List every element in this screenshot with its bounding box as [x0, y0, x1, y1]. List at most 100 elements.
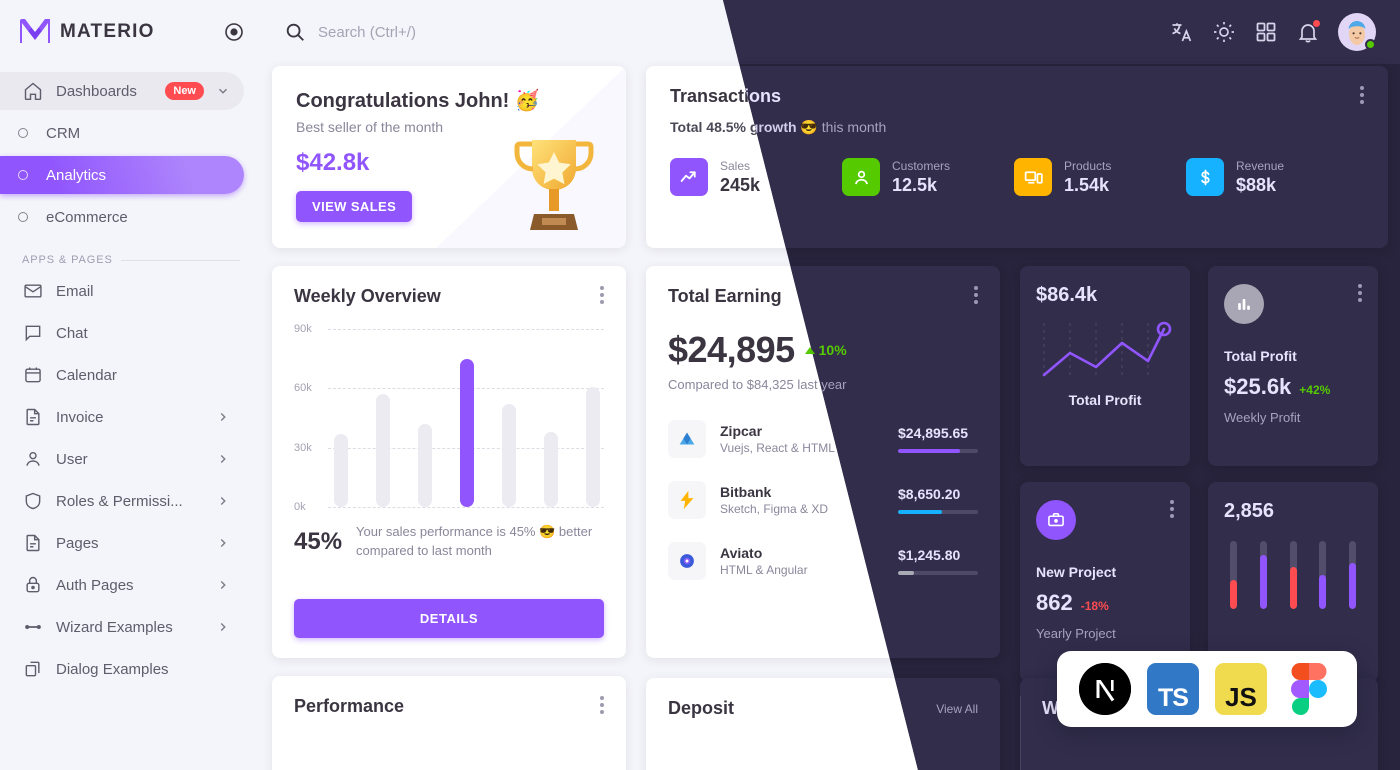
chart-bars — [334, 329, 600, 507]
visits-bar-5[interactable] — [1349, 541, 1356, 609]
briefcase-icon — [1036, 500, 1076, 540]
sidebar-item-pages[interactable]: Pages — [0, 524, 244, 562]
y-tick-60k: 60k — [294, 382, 312, 395]
bar-mo[interactable] — [334, 433, 348, 507]
sidebar-item-user[interactable]: User — [0, 440, 244, 478]
stat-value: 12.5k — [892, 174, 938, 195]
company-name: Zipcar — [720, 423, 763, 439]
aviato-logo-icon — [668, 542, 706, 580]
circle-icon — [12, 206, 34, 228]
sidebar-item-auth-pages[interactable]: Auth Pages — [0, 566, 244, 604]
home-icon — [22, 80, 44, 102]
calendar-icon — [22, 364, 44, 386]
chat-icon — [22, 322, 44, 344]
sidebar-item-crm[interactable]: CRM — [0, 114, 244, 152]
sidebar-item-label: CRM — [46, 124, 81, 142]
bar-sa[interactable] — [544, 431, 558, 507]
profit-sparkline-chart — [1042, 321, 1172, 377]
sidebar-item-label: Pages — [56, 534, 99, 552]
sidebar-item-ecommerce[interactable]: eCommerce — [0, 198, 244, 236]
sidebar-item-chat[interactable]: Chat — [0, 314, 244, 352]
sidebar-item-dashboards[interactable]: Dashboards New — [0, 72, 244, 110]
company-amount: $8,650.20 — [898, 486, 961, 502]
total-profit-line-card-dark: $86.4k Total Profit — [1020, 266, 1190, 466]
stat-label: Customers — [892, 158, 951, 173]
company-tech: Vuejs, React & HTML — [720, 441, 835, 455]
sidebar-item-analytics[interactable]: Analytics — [0, 156, 244, 194]
new-project-caption: Yearly Project — [1036, 626, 1116, 641]
bitbank-logo-icon — [668, 481, 706, 519]
javascript-logo-icon[interactable]: JS — [1215, 663, 1267, 715]
chevron-right-icon — [220, 539, 226, 547]
search-icon[interactable] — [284, 21, 306, 43]
visits-bar-1[interactable] — [1230, 541, 1237, 609]
stat-products: Products 1.54k — [1014, 158, 1186, 196]
visits-bar-4[interactable] — [1319, 541, 1327, 609]
visits-bar-2[interactable] — [1259, 541, 1267, 609]
more-options-icon[interactable] — [600, 696, 604, 714]
profit-caption: Total Profit — [1068, 392, 1142, 408]
weekly-profit-card-dark: Total Profit $25.6k +42% Weekly Profit — [1208, 266, 1378, 466]
shield-icon — [22, 490, 44, 512]
company-name: Bitbank — [720, 484, 772, 500]
chevron-down-icon — [219, 88, 227, 94]
figma-logo-icon[interactable] — [1283, 663, 1335, 715]
details-button[interactable]: DETAILS — [294, 599, 604, 638]
visits-bar-chart — [1224, 541, 1362, 609]
bar-we[interactable] — [418, 424, 432, 507]
card-divider — [1020, 696, 1021, 770]
bar-tu[interactable] — [376, 394, 390, 507]
y-tick-30k: 30k — [294, 441, 312, 454]
chevron-right-icon — [220, 497, 226, 505]
chevron-right-icon — [220, 581, 226, 589]
earning-title: Total Earning — [668, 286, 782, 306]
bar-fr[interactable] — [502, 404, 516, 507]
nextjs-logo-icon[interactable] — [1079, 663, 1131, 715]
sidebar-item-email[interactable]: Email — [0, 272, 244, 310]
bar-su[interactable] — [586, 386, 600, 507]
materio-logo-icon — [20, 19, 50, 43]
stat-label: Sales — [720, 158, 751, 173]
section-divider — [120, 259, 240, 261]
bar-th[interactable] — [460, 358, 474, 507]
translate-icon[interactable] — [1170, 20, 1194, 44]
more-options-icon[interactable] — [1170, 500, 1174, 518]
zipcar-logo-icon — [668, 420, 706, 458]
sidebar-item-calendar[interactable]: Calendar — [0, 356, 244, 394]
sidebar-nav: Dashboards New CRM Analytics eCommerce A… — [0, 64, 260, 770]
search-input[interactable] — [318, 23, 738, 41]
more-options-icon[interactable] — [1358, 284, 1362, 302]
sidebar-item-label: User — [56, 450, 88, 468]
sidebar-item-label: Roles & Permissi... — [56, 492, 183, 510]
pin-circle-icon[interactable] — [224, 22, 244, 42]
online-status-dot — [1365, 39, 1376, 50]
weekly-profit-amount: $25.6k — [1224, 374, 1292, 399]
weekly-profit-title: Total Profit — [1224, 348, 1297, 364]
company-tech: HTML & Angular — [720, 563, 808, 577]
bell-notification-icon[interactable] — [1296, 19, 1321, 44]
deposit-view-all-link[interactable]: View All — [936, 702, 978, 716]
lock-icon — [22, 574, 44, 596]
stat-revenue: Revenue $88k — [1186, 158, 1358, 196]
visits-bar-3[interactable] — [1289, 541, 1297, 609]
view-sales-button[interactable]: VIEW SALES — [296, 191, 413, 222]
more-options-icon[interactable] — [600, 286, 604, 304]
grid-apps-icon[interactable] — [1254, 20, 1278, 44]
more-options-icon[interactable] — [1360, 86, 1364, 104]
sidebar-item-label: eCommerce — [46, 208, 128, 226]
company-name: Aviato — [720, 545, 763, 561]
devices-icon — [1014, 158, 1052, 196]
sidebar-item-dialog-examples[interactable]: Dialog Examples — [0, 650, 244, 688]
more-options-icon[interactable] — [974, 286, 978, 304]
sidebar-item-invoice[interactable]: Invoice — [0, 398, 244, 436]
typescript-logo-icon[interactable]: TS — [1147, 663, 1199, 715]
sidebar-item-wizard-examples[interactable]: Wizard Examples — [0, 608, 244, 646]
sidebar: MATERIO Dashboards New CRM Analytics eCo… — [0, 0, 260, 770]
user-avatar[interactable] — [1338, 13, 1376, 51]
sidebar-item-roles-permissions[interactable]: Roles & Permissi... — [0, 482, 244, 520]
earning-amount: $24,895 — [668, 329, 795, 370]
header-icons-dark — [1170, 13, 1376, 51]
sun-icon[interactable] — [1212, 20, 1236, 44]
new-project-delta: -18% — [1080, 599, 1109, 613]
file-text-icon — [22, 532, 44, 554]
